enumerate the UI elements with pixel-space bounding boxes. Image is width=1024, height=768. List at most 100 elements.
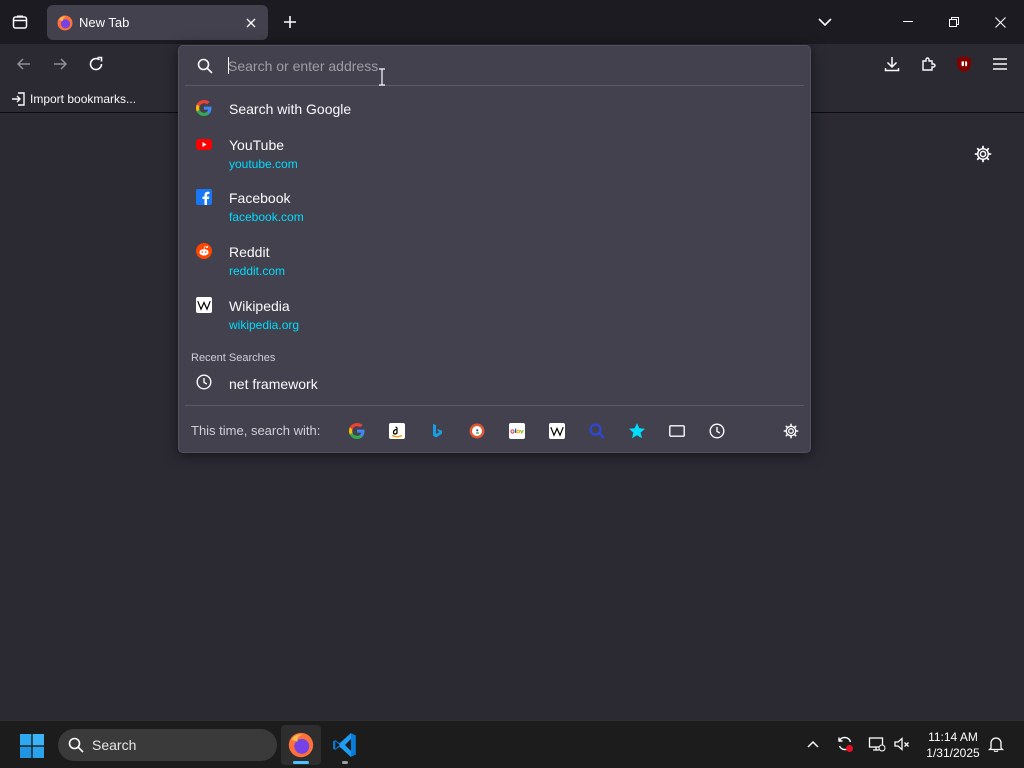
address-input[interactable] bbox=[228, 55, 788, 77]
downloads-button[interactable] bbox=[878, 50, 906, 78]
personalize-new-tab-button[interactable] bbox=[970, 141, 996, 167]
taskbar-search[interactable]: Search bbox=[58, 729, 277, 761]
result-wikipedia[interactable]: Wikipedia wikipedia.org bbox=[185, 291, 804, 339]
gear-icon bbox=[783, 423, 799, 439]
taskbar-clock[interactable]: 11:14 AM 1/31/2025 bbox=[916, 729, 990, 761]
sync-status-button[interactable] bbox=[834, 733, 856, 755]
tab-title: New Tab bbox=[79, 15, 130, 30]
chevron-up-icon bbox=[807, 740, 819, 748]
import-icon bbox=[12, 92, 25, 106]
extensions-button[interactable] bbox=[914, 50, 942, 78]
restore-button[interactable] bbox=[931, 0, 977, 44]
history-icon bbox=[709, 423, 725, 439]
wikipedia-icon bbox=[549, 423, 565, 439]
search-icon bbox=[195, 56, 215, 76]
gear-icon bbox=[974, 145, 992, 163]
search-engine-amazon-button[interactable] bbox=[385, 419, 409, 443]
firefox-icon bbox=[57, 15, 73, 31]
search-engine-duckduckgo-button[interactable] bbox=[465, 419, 489, 443]
urlbar-popup: Search with Google YouTube youtube.com F… bbox=[178, 45, 811, 453]
restore-icon bbox=[949, 17, 959, 27]
search-engine-bing-button[interactable] bbox=[425, 419, 449, 443]
back-button[interactable] bbox=[10, 50, 38, 78]
bing-icon bbox=[433, 424, 442, 438]
result-youtube[interactable]: YouTube youtube.com bbox=[185, 130, 804, 178]
star-icon bbox=[629, 423, 645, 439]
bell-icon bbox=[988, 737, 1004, 752]
new-tab-button[interactable] bbox=[276, 8, 304, 36]
list-all-tabs-button[interactable] bbox=[811, 8, 839, 36]
result-reddit[interactable]: Reddit reddit.com bbox=[185, 237, 804, 285]
clock-time: 11:14 AM bbox=[928, 730, 978, 744]
google-icon bbox=[196, 100, 212, 116]
result-title: YouTube bbox=[229, 137, 285, 153]
search-history-button[interactable] bbox=[705, 419, 729, 443]
search-bookmarks-button[interactable] bbox=[625, 419, 649, 443]
tab-strip: New Tab bbox=[0, 0, 1024, 44]
duckduckgo-icon bbox=[469, 423, 485, 439]
volume-button[interactable] bbox=[891, 733, 913, 755]
ublock-origin-button[interactable] bbox=[950, 50, 978, 78]
result-facebook[interactable]: Facebook facebook.com bbox=[185, 183, 804, 231]
notifications-button[interactable] bbox=[985, 733, 1007, 755]
result-url: reddit.com bbox=[229, 264, 286, 278]
puzzle-icon bbox=[922, 57, 936, 71]
urlbar-input-row bbox=[185, 46, 804, 86]
ublock-icon bbox=[957, 56, 971, 72]
speaker-muted-icon bbox=[894, 737, 909, 751]
tab-close-button[interactable] bbox=[239, 11, 263, 35]
firefox-view-button[interactable] bbox=[6, 8, 34, 36]
result-title: Reddit bbox=[229, 244, 270, 260]
chevron-down-icon bbox=[818, 18, 832, 27]
sync-error-icon bbox=[838, 736, 853, 752]
close-window-button[interactable] bbox=[977, 0, 1023, 44]
result-url: facebook.com bbox=[229, 210, 304, 224]
minimize-icon bbox=[903, 21, 913, 22]
arrow-left-icon bbox=[16, 58, 30, 70]
import-bookmarks-label: Import bookmarks... bbox=[30, 92, 137, 106]
youtube-icon bbox=[196, 136, 212, 152]
reload-icon bbox=[89, 56, 103, 71]
windows-logo-icon bbox=[20, 734, 44, 758]
windows-taskbar: Search 11:14 AM 1/31/2025 bbox=[0, 720, 1024, 768]
tab-new-tab[interactable]: New Tab bbox=[47, 5, 268, 40]
result-url: wikipedia.org bbox=[229, 318, 300, 332]
download-icon bbox=[884, 57, 900, 72]
search-settings-button[interactable] bbox=[779, 419, 803, 443]
import-bookmarks-button[interactable]: Import bookmarks... bbox=[10, 90, 136, 108]
history-icon bbox=[196, 374, 212, 390]
ebay-icon bbox=[509, 423, 525, 439]
taskbar-search-label: Search bbox=[92, 737, 137, 753]
start-button[interactable] bbox=[14, 729, 50, 763]
taskbar-firefox[interactable] bbox=[281, 725, 321, 765]
search-tabs-button[interactable] bbox=[665, 419, 689, 443]
close-icon bbox=[994, 16, 1006, 28]
one-off-search-buttons: This time, search with: bbox=[185, 405, 804, 453]
result-search-with-google[interactable]: Search with Google bbox=[185, 94, 804, 124]
network-button[interactable] bbox=[866, 733, 888, 755]
amazon-icon bbox=[389, 423, 405, 439]
show-hidden-icons-button[interactable] bbox=[802, 733, 824, 755]
result-title: Wikipedia bbox=[229, 298, 290, 314]
clock-date: 1/31/2025 bbox=[926, 746, 980, 760]
result-recent-search[interactable]: net framework bbox=[185, 368, 804, 398]
search-engine-google-button[interactable] bbox=[345, 419, 369, 443]
taskbar-vscode[interactable] bbox=[325, 725, 365, 765]
reddit-icon bbox=[196, 243, 212, 259]
hamburger-menu-icon bbox=[993, 58, 1007, 70]
reload-button[interactable] bbox=[82, 50, 110, 78]
google-icon bbox=[349, 423, 365, 439]
forward-button[interactable] bbox=[46, 50, 74, 78]
active-indicator bbox=[293, 761, 309, 764]
running-indicator bbox=[342, 761, 348, 764]
app-menu-button[interactable] bbox=[986, 50, 1014, 78]
search-icon bbox=[68, 737, 84, 753]
search-engine-blue-search-button[interactable] bbox=[585, 419, 609, 443]
result-url: youtube.com bbox=[229, 157, 298, 171]
search-engine-ebay-button[interactable] bbox=[505, 419, 529, 443]
result-title: Search with Google bbox=[229, 101, 352, 117]
search-engine-wikipedia-button[interactable] bbox=[545, 419, 569, 443]
network-icon bbox=[868, 737, 886, 752]
minimize-button[interactable] bbox=[885, 0, 931, 44]
plus-icon bbox=[284, 16, 296, 28]
